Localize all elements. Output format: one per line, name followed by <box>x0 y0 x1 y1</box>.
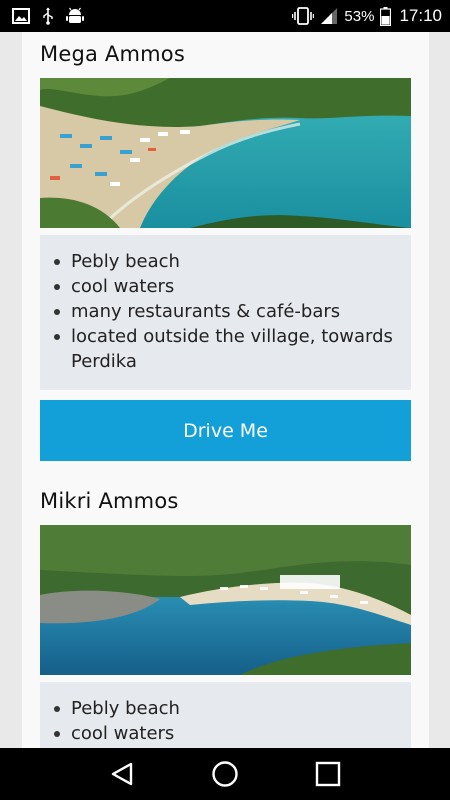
list-item: cool waters <box>54 274 411 299</box>
beach-features: Pebly beach cool waters many restaurants… <box>40 235 411 390</box>
list-item: many restaurants & café-bars <box>54 299 411 324</box>
status-bar: 53% 17:10 <box>0 0 450 32</box>
clock: 17:10 <box>399 6 442 25</box>
features-list: Pebly beach cool waters <box>40 696 411 746</box>
beach-photo-mikri-ammos <box>40 525 411 675</box>
beach-title: Mega Ammos <box>40 42 185 66</box>
list-item: Pebly beach <box>54 249 411 274</box>
beach-photo-mega-ammos <box>40 78 411 228</box>
vibrate-icon <box>292 7 315 25</box>
navigation-bar <box>0 748 450 800</box>
list-item: cool waters <box>54 721 411 746</box>
battery-icon <box>380 6 392 26</box>
home-icon[interactable] <box>200 754 250 794</box>
status-left-icons <box>12 7 84 25</box>
signal-icon <box>320 7 338 25</box>
list-item: Pebly beach <box>54 696 411 721</box>
beach-list[interactable]: Mega Ammos Pebly beach cool waters many … <box>0 32 450 748</box>
list-item: located outside the village, towards Per… <box>54 324 411 374</box>
status-right-icons: 53% 17:10 <box>292 6 442 26</box>
features-list: Pebly beach cool waters many restaurants… <box>40 249 411 374</box>
drive-me-button[interactable]: Drive Me <box>40 400 411 461</box>
battery-percent: 53% <box>344 7 375 25</box>
back-icon[interactable] <box>97 754 147 794</box>
image-icon <box>12 8 30 24</box>
beach-title: Mikri Ammos <box>40 489 179 513</box>
beach-features: Pebly beach cool waters <box>40 682 411 748</box>
recents-icon[interactable] <box>303 754 353 794</box>
android-debug-icon <box>66 7 84 25</box>
usb-icon <box>42 7 54 25</box>
